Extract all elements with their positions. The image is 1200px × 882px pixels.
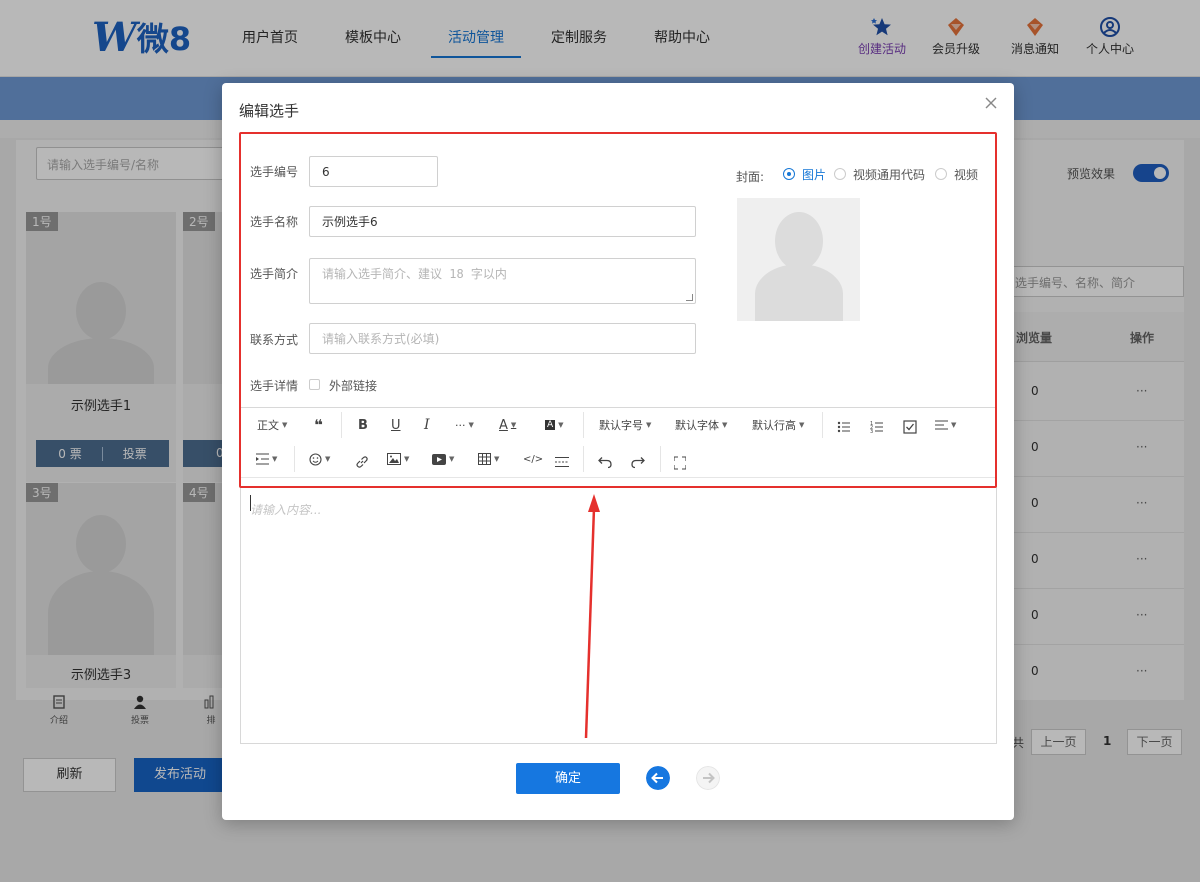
numbered-list-icon[interactable]: 123 bbox=[870, 417, 884, 437]
player-intro-textarea[interactable]: 请输入选手简介、建议 18 字以内 bbox=[309, 258, 696, 304]
cover-video-code-option[interactable]: 视频通用代码 bbox=[853, 166, 925, 183]
underline-icon[interactable]: U bbox=[391, 415, 401, 435]
player-intro-label: 选手简介 bbox=[250, 267, 299, 281]
cover-image-radio[interactable] bbox=[783, 168, 795, 180]
image-icon bbox=[387, 453, 401, 465]
bullet-list-icon[interactable] bbox=[837, 417, 851, 437]
resize-handle[interactable] bbox=[686, 294, 693, 301]
redo-icon[interactable] bbox=[631, 452, 645, 472]
paragraph-format-dropdown[interactable]: 正文 ▼ bbox=[257, 415, 287, 435]
cover-label: 封面: bbox=[736, 170, 765, 184]
next-player-button[interactable] bbox=[696, 766, 720, 790]
contact-input[interactable]: 请输入联系方式(必填) bbox=[309, 323, 696, 354]
align-dropdown[interactable]: ▼ bbox=[935, 415, 956, 435]
editor-content-area[interactable]: 请输入内容... bbox=[250, 501, 321, 518]
dialog-title: 编辑选手 bbox=[239, 102, 300, 120]
paragraph-format-label: 正文 bbox=[257, 419, 279, 432]
more-format-icon[interactable]: ··· ▼ bbox=[455, 415, 474, 435]
video-dropdown[interactable]: ▼ bbox=[432, 449, 454, 469]
cover-video-radio[interactable] bbox=[935, 168, 947, 180]
fullscreen-icon[interactable] bbox=[674, 453, 686, 473]
cover-video-option[interactable]: 视频 bbox=[954, 166, 978, 183]
font-size-dropdown[interactable]: 默认字号 ▼ bbox=[599, 415, 651, 435]
svg-text:3: 3 bbox=[870, 429, 873, 435]
image-dropdown[interactable]: ▼ bbox=[387, 449, 409, 469]
avatar-placeholder-icon bbox=[775, 212, 823, 270]
code-icon[interactable]: </> bbox=[523, 449, 543, 469]
align-left-icon bbox=[935, 420, 948, 430]
undo-icon[interactable] bbox=[598, 452, 612, 472]
smiley-icon bbox=[309, 452, 322, 466]
edit-player-dialog: 编辑选手 选手编号 6 选手名称 示例选手6 选手简介 请输入选手简介、建议 1… bbox=[222, 83, 1014, 820]
indent-dropdown[interactable]: ▼ bbox=[256, 449, 277, 469]
cover-image-option[interactable]: 图片 bbox=[802, 166, 826, 183]
line-height-label: 默认行高 bbox=[752, 419, 796, 432]
font-family-label: 默认字体 bbox=[675, 419, 719, 432]
background-color-icon[interactable]: A ▼ bbox=[545, 415, 564, 435]
player-number-input[interactable]: 6 bbox=[309, 156, 438, 187]
previous-player-button[interactable] bbox=[646, 766, 670, 790]
external-link-label[interactable]: 外部链接 bbox=[329, 377, 377, 394]
player-number-label: 选手编号 bbox=[250, 165, 299, 179]
player-name-input[interactable]: 示例选手6 bbox=[309, 206, 696, 237]
player-intro-placeholder: 请输入选手简介、建议 18 字以内 bbox=[322, 267, 507, 281]
player-detail-label: 选手详情 bbox=[250, 379, 299, 393]
cover-image-upload[interactable] bbox=[737, 198, 860, 321]
font-color-icon[interactable]: A ▼ bbox=[499, 415, 516, 435]
table-icon bbox=[478, 453, 491, 465]
player-name-label: 选手名称 bbox=[250, 215, 299, 229]
quote-icon[interactable]: ❝ bbox=[314, 415, 323, 435]
font-family-dropdown[interactable]: 默认字体 ▼ bbox=[675, 415, 727, 435]
link-icon[interactable] bbox=[355, 452, 369, 472]
cover-video-code-radio[interactable] bbox=[834, 168, 846, 180]
emoji-dropdown[interactable]: ▼ bbox=[309, 449, 330, 469]
editor-toolbar: 正文 ▼ ❝ B U I ··· ▼ A ▼ A ▼ 默认字号 ▼ 默认字体 ▼ 默认行高 ▼… bbox=[241, 408, 996, 478]
video-icon bbox=[432, 453, 446, 465]
close-icon[interactable] bbox=[983, 95, 999, 111]
bold-icon[interactable]: B bbox=[358, 415, 368, 435]
table-dropdown[interactable]: ▼ bbox=[478, 449, 499, 469]
contact-label: 联系方式 bbox=[250, 333, 299, 347]
font-size-label: 默认字号 bbox=[599, 419, 643, 432]
checklist-icon[interactable] bbox=[903, 417, 917, 437]
external-link-checkbox[interactable] bbox=[309, 379, 320, 390]
line-height-dropdown[interactable]: 默认行高 ▼ bbox=[752, 415, 804, 435]
divider-icon[interactable] bbox=[555, 452, 569, 472]
confirm-button[interactable]: 确定 bbox=[516, 763, 620, 794]
indent-icon bbox=[256, 453, 269, 465]
italic-icon[interactable]: I bbox=[424, 415, 430, 435]
rich-text-editor: 正文 ▼ ❝ B U I ··· ▼ A ▼ A ▼ 默认字号 ▼ 默认字体 ▼ 默认行高 ▼… bbox=[240, 407, 997, 744]
